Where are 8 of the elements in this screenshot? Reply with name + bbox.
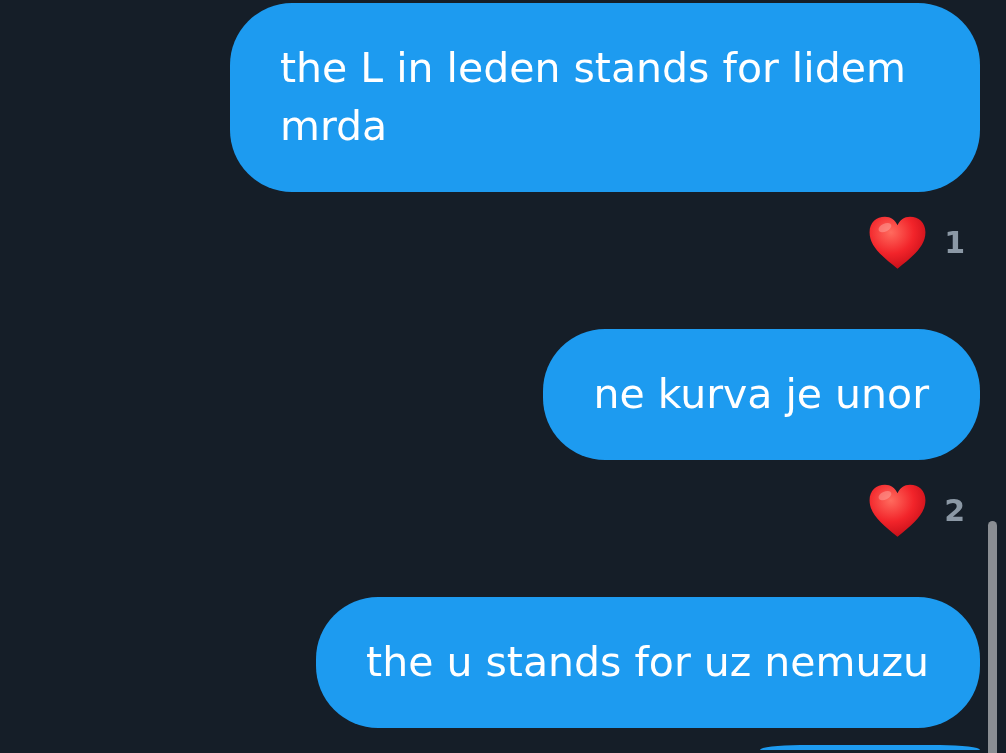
reaction-count: 1 xyxy=(944,226,965,260)
reaction-count: 2 xyxy=(944,494,965,528)
message-bubble: the L in leden stands for lidem mrda xyxy=(230,3,980,192)
heart-icon xyxy=(869,216,927,270)
message-bubble: ne kurva je unor xyxy=(543,329,980,460)
heart-icon xyxy=(869,484,927,538)
scrollbar-thumb[interactable] xyxy=(988,521,997,753)
message-bubble: the u stands for uz nemuzu xyxy=(316,597,980,728)
